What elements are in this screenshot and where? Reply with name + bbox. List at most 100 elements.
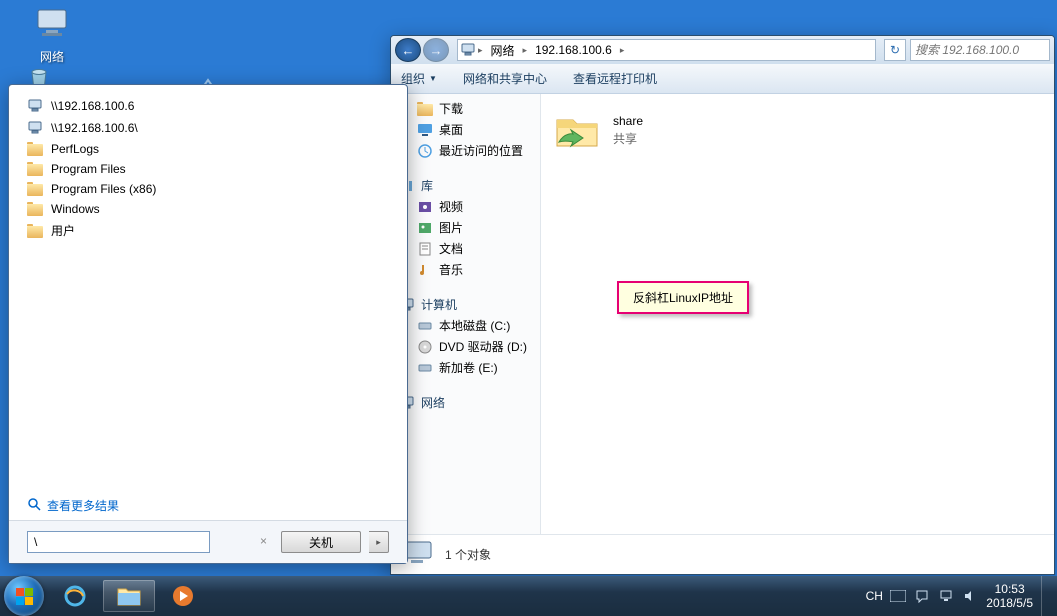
nav-group-computer[interactable]: 计算机 [391, 294, 540, 315]
chevron-down-icon: ▼ [429, 74, 437, 83]
explorer-toolbar: 组织 ▼ 网络和共享中心 查看远程打印机 [391, 64, 1054, 94]
tray-action-center-icon[interactable] [914, 588, 930, 604]
nav-item-drive-e[interactable]: 新加卷 (E:) [391, 357, 540, 378]
folder-icon [417, 104, 433, 116]
nav-group-libraries[interactable]: 库 [391, 175, 540, 196]
nav-item-videos[interactable]: 视频 [391, 196, 540, 217]
nav-item-documents[interactable]: 文档 [391, 238, 540, 259]
music-icon [417, 262, 433, 278]
folder-name: share [613, 114, 643, 128]
nav-group-network[interactable]: 网络 [391, 392, 540, 413]
search-result-item[interactable]: Windows [27, 199, 389, 219]
windows-logo-icon [16, 588, 33, 605]
view-remote-printers-button[interactable]: 查看远程打印机 [573, 70, 657, 87]
search-glass-icon [27, 497, 41, 514]
clock-time: 10:53 [986, 582, 1033, 596]
nav-back-button[interactable]: ← [395, 38, 421, 62]
nav-item-drive-c[interactable]: 本地磁盘 (C:) [391, 315, 540, 336]
search-result-item[interactable]: \\192.168.100.6\ [27, 117, 389, 139]
nav-item-downloads[interactable]: 下载 [391, 98, 540, 119]
network-monitor-icon [32, 4, 72, 44]
nav-label: 图片 [439, 219, 463, 236]
nav-label: 计算机 [421, 296, 457, 313]
taskbar-clock[interactable]: 10:53 2018/5/5 [986, 582, 1033, 611]
address-breadcrumb[interactable]: ▸ 网络 ▸ 192.168.100.6 ▸ [457, 39, 876, 61]
search-result-item[interactable]: PerfLogs [27, 139, 389, 159]
status-text: 1 个对象 [445, 546, 491, 563]
explorer-content-pane: share 共享 [541, 94, 1054, 534]
nav-label: 库 [421, 177, 433, 194]
nav-item-pictures[interactable]: 图片 [391, 217, 540, 238]
taskbar: CH 10:53 2018/5/5 [0, 576, 1057, 616]
nav-label: 音乐 [439, 261, 463, 278]
ime-indicator[interactable]: CH [866, 588, 882, 604]
tray-volume-icon[interactable] [962, 588, 978, 604]
result-label: \\192.168.100.6 [51, 99, 134, 113]
chevron-right-icon[interactable]: ▸ [620, 45, 625, 56]
nav-forward-button[interactable]: → [423, 38, 449, 62]
video-icon [417, 199, 433, 215]
share-folder-item[interactable]: share 共享 [553, 106, 753, 154]
chevron-right-icon[interactable]: ▸ [523, 45, 528, 56]
result-label: \\192.168.100.6\ [51, 121, 138, 135]
network-sharing-center-button[interactable]: 网络和共享中心 [463, 70, 547, 87]
computer-icon [27, 120, 43, 136]
system-tray: CH 10:53 2018/5/5 [860, 576, 1057, 616]
shutdown-dropdown-button[interactable]: ▸ [369, 531, 389, 553]
shutdown-button[interactable]: 关机 [281, 531, 361, 553]
annotation-callout: 反斜杠LinuxIP地址 [617, 281, 749, 314]
more-results-label: 查看更多结果 [47, 497, 119, 514]
start-menu-search-panel: \\192.168.100.6 \\192.168.100.6\ PerfLog… [8, 84, 408, 564]
search-result-item[interactable]: Program Files [27, 159, 389, 179]
explorer-nav-pane: 下载 桌面 最近访问的位置 库 视频 图片 文档 音乐 计算机 本地磁盘 (C:… [391, 94, 541, 534]
clock-date: 2018/5/5 [986, 596, 1033, 610]
nav-item-music[interactable]: 音乐 [391, 259, 540, 280]
start-search-input[interactable] [27, 531, 210, 553]
see-more-results-link[interactable]: 查看更多结果 [9, 491, 407, 520]
nav-label: 网络 [421, 394, 445, 411]
breadcrumb-segment[interactable]: 192.168.100.6 [529, 43, 618, 57]
folder-icon [27, 144, 43, 156]
nav-item-recent[interactable]: 最近访问的位置 [391, 140, 540, 161]
result-label: Windows [51, 202, 100, 216]
nav-label: 下载 [439, 100, 463, 117]
result-label: 用户 [51, 222, 75, 239]
explorer-search-input[interactable] [910, 39, 1050, 61]
search-result-item[interactable]: Program Files (x86) [27, 179, 389, 199]
search-result-item[interactable]: \\192.168.100.6 [27, 95, 389, 117]
desktop-icon-network[interactable]: 网络 [22, 4, 82, 65]
chevron-right-icon[interactable]: ▸ [478, 45, 483, 56]
nav-label: 最近访问的位置 [439, 142, 523, 159]
breadcrumb-segment[interactable]: 网络 [485, 42, 521, 59]
folder-type: 共享 [613, 130, 643, 147]
explorer-status-bar: 1 个对象 [391, 534, 1054, 574]
start-button[interactable] [4, 576, 44, 616]
search-result-item[interactable]: 用户 [27, 219, 389, 242]
tray-network-icon[interactable] [938, 588, 954, 604]
refresh-button[interactable]: ↻ [884, 39, 906, 61]
recent-icon [417, 143, 433, 159]
nav-item-desktop[interactable]: 桌面 [391, 119, 540, 140]
nav-label: 文档 [439, 240, 463, 257]
picture-icon [417, 220, 433, 236]
shared-folder-icon [553, 106, 601, 154]
computer-icon [27, 98, 43, 114]
document-icon [417, 241, 433, 257]
folder-icon [27, 226, 43, 238]
taskbar-mediaplayer-button[interactable] [157, 580, 209, 612]
nav-label: 新加卷 (E:) [439, 359, 498, 376]
drive-icon [417, 360, 433, 376]
taskbar-ie-button[interactable] [49, 580, 101, 612]
search-results-list: \\192.168.100.6 \\192.168.100.6\ PerfLog… [9, 85, 407, 491]
explorer-titlebar: ← → ▸ 网络 ▸ 192.168.100.6 ▸ ↻ [391, 36, 1054, 64]
desktop-icon [417, 122, 433, 138]
nav-item-dvd[interactable]: DVD 驱动器 (D:) [391, 336, 540, 357]
folder-icon [27, 184, 43, 196]
tray-keyboard-icon[interactable] [890, 588, 906, 604]
clear-search-icon[interactable]: × [260, 534, 267, 548]
dvd-icon [417, 339, 433, 355]
nav-label: 本地磁盘 (C:) [439, 317, 510, 334]
show-desktop-button[interactable] [1041, 576, 1051, 616]
folder-icon [27, 164, 43, 176]
taskbar-explorer-button[interactable] [103, 580, 155, 612]
